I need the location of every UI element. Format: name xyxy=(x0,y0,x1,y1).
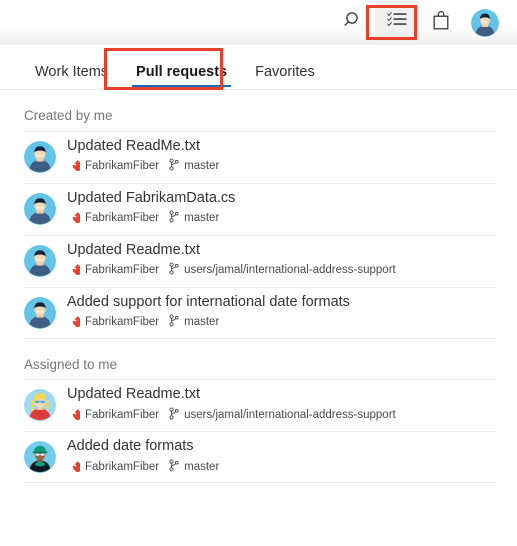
branch-icon xyxy=(168,210,180,228)
tab-pull-requests[interactable]: Pull requests xyxy=(122,64,241,91)
repo-icon xyxy=(67,262,84,280)
branch-icon xyxy=(168,459,180,477)
avatar xyxy=(24,140,56,173)
repo-name: FabrikamFiber xyxy=(85,408,160,421)
list-item[interactable]: Updated Readme.txt FabrikamFiber users/j… xyxy=(0,379,517,431)
search-icon-button[interactable] xyxy=(331,1,375,45)
avatar xyxy=(24,389,56,421)
shopping-bag-icon xyxy=(432,10,451,36)
section-title-assigned-to-me: Assigned to me xyxy=(24,356,118,372)
section-title-created-by-me: Created by me xyxy=(24,108,113,123)
repo-icon xyxy=(67,158,84,176)
pull-request-meta: FabrikamFiber master xyxy=(67,459,219,477)
my-work-list-button[interactable] xyxy=(375,0,419,45)
repo-icon xyxy=(67,314,84,332)
repo-icon xyxy=(67,459,84,477)
branch-name: master xyxy=(184,160,220,173)
branch-icon xyxy=(168,314,180,332)
avatar xyxy=(24,441,56,473)
branch-name: master xyxy=(184,460,220,473)
pull-request-title: Updated Readme.txt xyxy=(67,241,200,258)
repo-name: FabrikamFiber xyxy=(85,264,160,277)
branch-name: master xyxy=(184,316,220,329)
pull-request-title: Added date formats xyxy=(67,438,194,455)
pull-request-meta: FabrikamFiber master xyxy=(67,314,350,332)
tab-bar-divider xyxy=(0,89,517,90)
user-avatar-button[interactable] xyxy=(463,1,507,45)
pull-request-title: Updated Readme.txt xyxy=(67,386,200,403)
tab-favorites[interactable]: Favorites xyxy=(241,64,329,91)
marketplace-button[interactable] xyxy=(419,1,463,45)
pull-request-title: Added support for international date for… xyxy=(67,293,350,310)
repo-name: FabrikamFiber xyxy=(85,460,160,473)
branch-icon xyxy=(168,407,180,425)
avatar xyxy=(24,192,56,225)
search-icon xyxy=(343,10,363,35)
branch-name: users/jamal/international-address-suppor… xyxy=(184,264,396,277)
list-item[interactable]: Added support for international date for… xyxy=(0,286,517,339)
avatar xyxy=(24,296,56,329)
repo-name: FabrikamFiber xyxy=(85,212,160,225)
branch-icon xyxy=(168,262,180,280)
tab-work-items[interactable]: Work Items xyxy=(21,64,122,91)
branch-name: users/jamal/international-address-suppor… xyxy=(184,408,396,421)
repo-name: FabrikamFiber xyxy=(85,316,160,329)
pull-request-title: Updated FabrikamData.cs xyxy=(67,189,236,206)
repo-name: FabrikamFiber xyxy=(85,160,160,173)
list-item[interactable]: Added date formats FabrikamFiber master xyxy=(0,431,517,483)
repo-icon xyxy=(67,210,84,228)
avatar xyxy=(24,244,56,277)
branch-icon xyxy=(168,158,180,176)
list-item[interactable]: Updated FabrikamData.cs FabrikamFiber ma… xyxy=(0,182,517,235)
pull-request-meta: FabrikamFiber master xyxy=(67,210,235,228)
pull-request-list-assigned-to-me: Updated Readme.txt FabrikamFiber users/j… xyxy=(0,379,517,483)
pull-request-meta: FabrikamFiber master xyxy=(67,158,219,176)
list-item[interactable]: Updated ReadMe.txt FabrikamFiber master xyxy=(0,130,517,183)
app-header xyxy=(0,0,517,45)
pull-request-list-created-by-me: Updated ReadMe.txt FabrikamFiber master … xyxy=(0,130,517,339)
list-item[interactable]: Updated Readme.txt FabrikamFiber users/j… xyxy=(0,234,517,287)
list-icon xyxy=(387,11,407,34)
user-avatar xyxy=(471,8,499,37)
tab-bar: Work Items Pull requests Favorites xyxy=(0,45,517,90)
pull-request-title: Updated ReadMe.txt xyxy=(67,137,200,154)
repo-icon xyxy=(67,407,84,425)
pull-request-meta: FabrikamFiber users/jamal/international-… xyxy=(67,262,396,280)
branch-name: master xyxy=(184,212,220,225)
pull-request-meta: FabrikamFiber users/jamal/international-… xyxy=(67,407,396,425)
